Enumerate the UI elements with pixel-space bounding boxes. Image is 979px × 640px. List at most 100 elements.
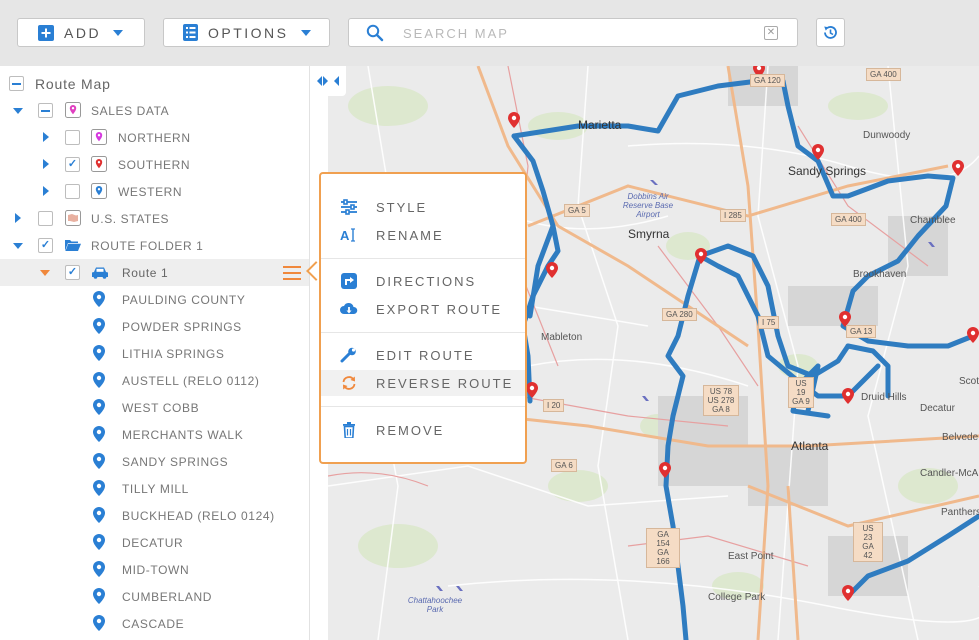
search-icon xyxy=(366,24,384,42)
expand-icon[interactable] xyxy=(13,108,23,114)
route-stop-item[interactable]: TILLY MILL xyxy=(0,475,309,502)
svg-text:A: A xyxy=(340,228,351,243)
tree-item-southern[interactable]: ✓ SOUTHERN xyxy=(0,151,309,178)
route-stop-item[interactable]: AUSTELL (RELO 0112) xyxy=(0,367,309,394)
expand-icon[interactable] xyxy=(43,132,49,142)
collapse-arrows-icon xyxy=(317,76,339,86)
expand-icon[interactable] xyxy=(40,270,50,276)
menu-divider xyxy=(321,332,525,333)
highway-shield: GA 400 xyxy=(831,213,866,226)
tree-item-sales-data[interactable]: SALES DATA xyxy=(0,97,309,124)
pin-layer-icon xyxy=(65,102,81,118)
map-city-label: Druid Hills xyxy=(861,392,907,403)
location-pin-icon xyxy=(93,507,105,523)
panel-title: Route Map xyxy=(35,75,111,92)
expand-icon[interactable] xyxy=(15,213,21,223)
tree-item-northern[interactable]: NORTHERN xyxy=(0,124,309,151)
route-stop-item[interactable]: CASCADE xyxy=(0,610,309,637)
us-states-checkbox[interactable] xyxy=(38,211,53,226)
menu-item-directions[interactable]: DIRECTIONS xyxy=(321,268,525,294)
menu-item-label: STYLE xyxy=(376,199,428,215)
map-city-label: East Point xyxy=(728,551,774,562)
western-checkbox[interactable] xyxy=(65,184,80,199)
menu-item-edit-route[interactable]: EDIT ROUTE xyxy=(321,342,525,368)
clear-search-icon[interactable]: ✕ xyxy=(764,26,778,40)
route-stop-item[interactable]: PAULDING COUNTY xyxy=(0,286,309,313)
menu-item-label: REMOVE xyxy=(376,422,445,438)
cloud-download-icon xyxy=(340,302,358,314)
expand-icon[interactable] xyxy=(43,186,49,196)
route-stop-item[interactable]: LITHIA SPRINGS xyxy=(0,340,309,367)
route-stop-label: DECATUR xyxy=(122,535,184,550)
search-input[interactable] xyxy=(403,24,743,42)
list-icon xyxy=(183,24,198,41)
tree-item-label: ROUTE FOLDER 1 xyxy=(91,238,204,253)
add-button[interactable]: ADD xyxy=(17,18,145,47)
route-stop-item[interactable]: CUMBERLAND xyxy=(0,583,309,610)
highway-shield: I 20 xyxy=(543,399,565,412)
map-city-label: Sandy Springs xyxy=(788,164,867,178)
tree-item-route-folder[interactable]: ✓ ROUTE FOLDER 1 xyxy=(0,232,309,259)
menu-item-export-route[interactable]: EXPORT ROUTE xyxy=(321,296,525,322)
tree-item-western[interactable]: WESTERN xyxy=(0,178,309,205)
menu-icon[interactable] xyxy=(283,266,301,280)
options-label: OPTIONS xyxy=(208,24,289,41)
route-stop-item[interactable]: BUCKHEAD (RELO 0124) xyxy=(0,502,309,529)
route-stop-item[interactable]: MID-TOWN xyxy=(0,556,309,583)
expand-icon[interactable] xyxy=(43,159,49,169)
tree-item-label: SALES DATA xyxy=(91,103,170,118)
route-stop-item[interactable]: WEST COBB xyxy=(0,394,309,421)
pin-layer-icon xyxy=(91,156,107,172)
sales-data-checkbox[interactable] xyxy=(38,103,53,118)
menu-item-rename[interactable]: A RENAME xyxy=(321,222,525,248)
highway-shield: US 23 GA 42 xyxy=(853,522,883,562)
menu-item-style[interactable]: STYLE xyxy=(321,194,525,220)
route-stop-item[interactable]: MERCHANTS WALK xyxy=(0,421,309,448)
tree-root-row[interactable]: Route Map xyxy=(0,70,309,97)
tree-item-label: NORTHERN xyxy=(118,130,191,145)
route-stop-label: CASCADE xyxy=(122,616,185,631)
highway-shield: GA 154 GA 166 xyxy=(646,528,680,568)
highway-shield: GA 13 xyxy=(846,325,877,338)
collapse-panel-button[interactable] xyxy=(310,66,346,96)
menu-item-label: EXPORT ROUTE xyxy=(376,301,503,317)
map-city-label: Mableton xyxy=(541,332,583,343)
rename-icon: A xyxy=(340,228,355,243)
location-pin-icon xyxy=(93,534,105,550)
expand-icon[interactable] xyxy=(13,243,23,249)
search-box: ✕ xyxy=(348,18,798,47)
location-pin-icon xyxy=(93,480,105,496)
options-button[interactable]: OPTIONS xyxy=(163,18,330,47)
tree-item-us-states[interactable]: U.S. STATES xyxy=(0,205,309,232)
tree-item-route-1[interactable]: ✓ Route 1 xyxy=(0,259,309,286)
pin-layer-icon xyxy=(91,129,107,145)
route-folder-checkbox[interactable]: ✓ xyxy=(38,238,53,253)
route-stop-item[interactable]: POWDER SPRINGS xyxy=(0,313,309,340)
plus-square-icon xyxy=(38,24,54,41)
menu-item-label: DIRECTIONS xyxy=(376,273,477,289)
menu-item-remove[interactable]: REMOVE xyxy=(321,417,525,443)
tree-item-label: U.S. STATES xyxy=(91,211,170,226)
route-stop-label: AUSTELL (RELO 0112) xyxy=(122,373,260,388)
car-icon xyxy=(92,267,108,279)
southern-checkbox[interactable]: ✓ xyxy=(65,157,80,172)
map-park-label: Chattahoochee Park xyxy=(407,596,463,614)
collapse-root-checkbox[interactable] xyxy=(9,76,24,91)
history-button[interactable] xyxy=(816,18,845,47)
route-1-checkbox[interactable]: ✓ xyxy=(65,265,80,280)
route-stop-item[interactable]: SANDY SPRINGS xyxy=(0,448,309,475)
highway-shield: GA 400 xyxy=(866,68,901,81)
location-pin-icon xyxy=(93,291,105,307)
route-stop-label: BUCKHEAD (RELO 0124) xyxy=(122,508,275,523)
chevron-down-icon xyxy=(113,29,124,36)
location-pin-icon xyxy=(93,453,105,469)
route-stop-item[interactable]: DECATUR xyxy=(0,529,309,556)
northern-checkbox[interactable] xyxy=(65,130,80,145)
map-city-label: Belvede xyxy=(942,432,979,443)
tree-item-label: SOUTHERN xyxy=(118,157,191,172)
route-context-menu: STYLE A RENAME DIRECTIONS EXPORT ROUTE E… xyxy=(319,172,527,464)
menu-divider xyxy=(321,258,525,259)
layers-panel: Route Map SALES DATA NORTHERN ✓ SOUTHERN… xyxy=(0,66,310,640)
menu-item-reverse-route[interactable]: REVERSE ROUTE xyxy=(321,370,525,396)
route-stop-label: CUMBERLAND xyxy=(122,589,213,604)
